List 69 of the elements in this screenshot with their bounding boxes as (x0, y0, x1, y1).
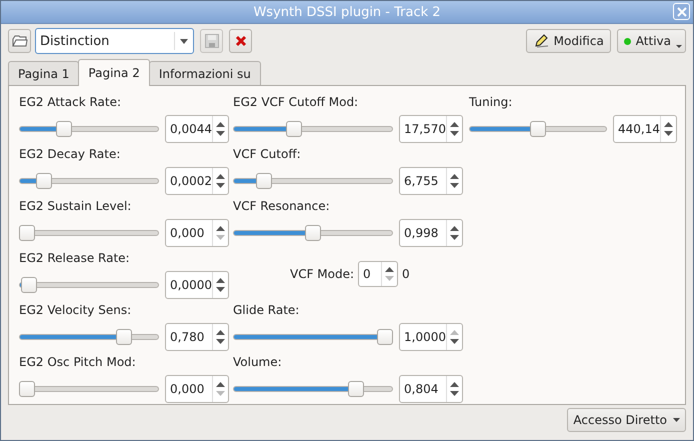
slider-handle[interactable] (377, 329, 393, 345)
parameter-label: VCF Mode: (290, 267, 354, 281)
tab[interactable]: Pagina 1 (8, 61, 80, 85)
slider-handle[interactable] (116, 329, 132, 345)
edit-button[interactable]: Modifica (526, 29, 611, 53)
spin-box[interactable]: 0,0002 (165, 167, 229, 195)
spin-box[interactable]: 0,000 (165, 375, 229, 403)
slider-handle[interactable] (36, 173, 52, 189)
parameter-label: Volume: (233, 354, 283, 371)
value-reading: 0 (402, 267, 410, 281)
close-icon (676, 6, 686, 16)
caret-icon (673, 418, 680, 422)
slider-handle[interactable] (286, 121, 302, 137)
spin-box[interactable]: 0,998 (399, 219, 463, 247)
slider[interactable] (233, 121, 393, 137)
delete-icon (234, 35, 246, 47)
parameter-label: EG2 Sustain Level: (19, 198, 132, 215)
slider-handle[interactable] (530, 121, 546, 137)
window-title: Wsynth DSSI plugin - Track 2 (253, 4, 441, 20)
caret-icon (676, 45, 682, 48)
spin-box[interactable]: 0 (358, 261, 398, 287)
slider-handle[interactable] (305, 225, 321, 241)
delete-button[interactable] (229, 29, 252, 53)
slider-handle[interactable] (21, 277, 38, 293)
slider[interactable] (19, 329, 159, 345)
pencil-icon (532, 33, 549, 49)
parameter-label: EG2 Osc Pitch Mod: (19, 354, 137, 371)
spin-box[interactable]: 0,0000 (165, 271, 229, 299)
active-button[interactable]: Attiva (616, 29, 686, 53)
parameter-label: EG2 VCF Cutoff Mod: (233, 94, 360, 111)
slider[interactable] (233, 329, 393, 345)
slider[interactable] (19, 277, 159, 293)
close-button[interactable] (673, 3, 690, 20)
parameter-label: EG2 Attack Rate: (19, 94, 122, 111)
slider[interactable] (19, 121, 159, 137)
parameter-label: EG2 Decay Rate: (19, 146, 122, 163)
spin-box[interactable]: 0,780 (165, 323, 229, 351)
slider[interactable] (469, 121, 607, 137)
parameter-label: Tuning: (469, 94, 514, 111)
slider[interactable] (233, 173, 393, 189)
slider-handle[interactable] (19, 225, 35, 241)
slider[interactable] (19, 225, 159, 241)
slider-handle[interactable] (19, 381, 35, 397)
spin-box[interactable]: 440,14 (613, 115, 677, 143)
parameter-label: VCF Cutoff: (233, 146, 302, 163)
spin-box[interactable]: 0,0044 (165, 115, 229, 143)
preset-combobox[interactable]: Distinction (35, 28, 194, 54)
spin-box[interactable]: 17,570 (399, 115, 463, 143)
slider[interactable] (233, 225, 393, 241)
open-button[interactable] (8, 29, 31, 53)
slider-handle[interactable] (256, 173, 272, 189)
spin-box[interactable]: 0,804 (399, 375, 463, 403)
folder-icon (12, 35, 28, 47)
spin-box[interactable]: 6,755 (399, 167, 463, 195)
parameter-label: EG2 Release Rate: (19, 250, 131, 267)
spin-box[interactable]: 0,000 (165, 219, 229, 247)
slider[interactable] (233, 381, 393, 397)
caret-icon (180, 38, 188, 44)
spin-box[interactable]: 1,0000 (399, 323, 463, 351)
tab[interactable]: Informazioni su (148, 61, 261, 85)
parameter-label: EG2 Velocity Sens: (19, 302, 132, 319)
slider-handle[interactable] (348, 381, 364, 397)
parameter-label: Glide Rate: (233, 302, 300, 319)
parameter-label: VCF Resonance: (233, 198, 331, 215)
slider[interactable] (19, 381, 159, 397)
slider-handle[interactable] (56, 121, 72, 137)
slider[interactable] (19, 173, 159, 189)
tab[interactable]: Pagina 2 (78, 59, 150, 86)
direct-access-button[interactable]: Accesso Diretto (567, 408, 686, 432)
